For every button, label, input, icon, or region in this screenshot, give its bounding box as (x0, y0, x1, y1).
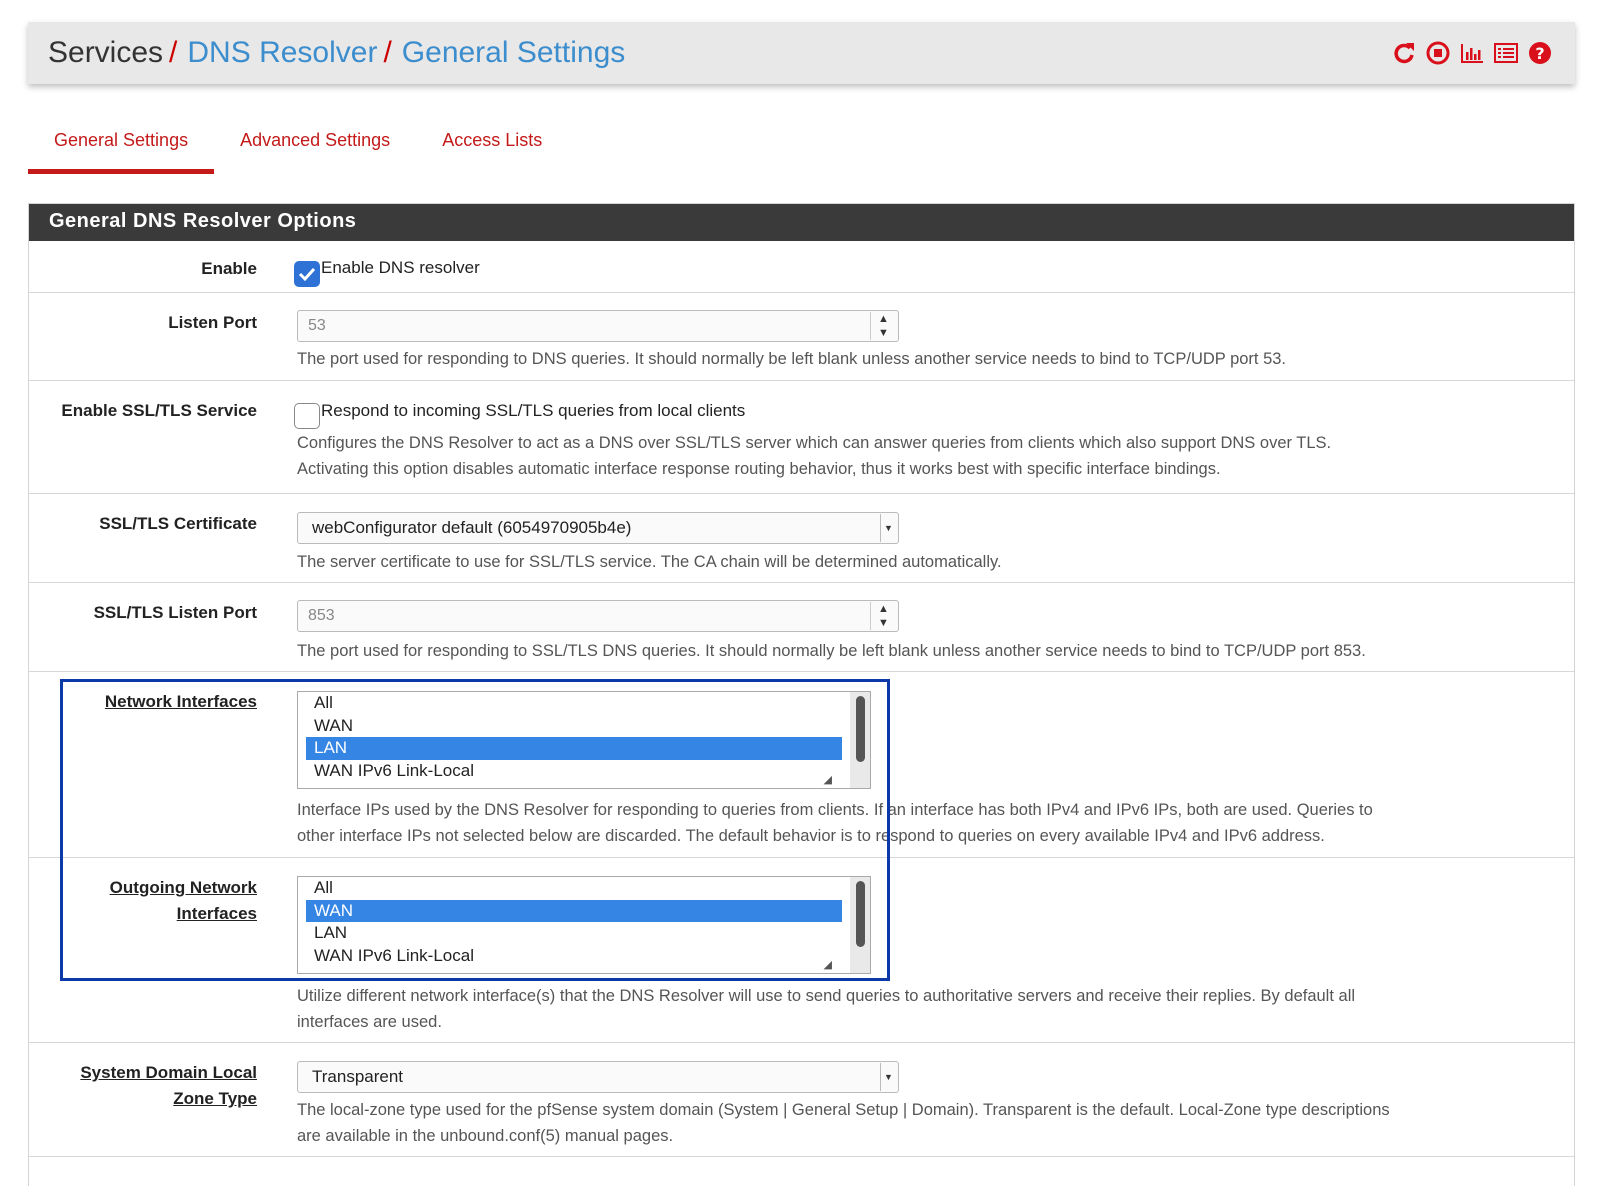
zone-type-label-line2[interactable]: Zone Type (29, 1086, 257, 1112)
zone-type-label-line1[interactable]: System Domain Local (29, 1060, 257, 1086)
listen-port-label: Listen Port (168, 313, 257, 332)
spin-down-icon[interactable]: ▼ (878, 617, 889, 629)
spin-up-icon[interactable]: ▲ (878, 313, 889, 325)
scrollbar-thumb[interactable] (856, 881, 865, 947)
outgoing-interfaces-listbox[interactable]: All WAN LAN WAN IPv6 Link-Local ◢ (297, 876, 871, 974)
ssl-service-checkbox-text: Respond to incoming SSL/TLS queries from… (321, 401, 746, 420)
list-option-wan[interactable]: WAN (306, 715, 842, 738)
chevron-down-icon[interactable]: ▼ (880, 514, 896, 542)
row-ssl-port: SSL/TLS Listen Port 853 ▲ ▼ The port used… (29, 583, 1574, 672)
ssl-port-input[interactable]: 853 ▲ ▼ (297, 600, 899, 632)
list-option-wan[interactable]: WAN (306, 899, 842, 922)
row-outgoing-interfaces: Outgoing Network Interfaces All WAN LAN … (29, 858, 1574, 1043)
row-ssl-service: Enable SSL/TLS Service Respond to incomi… (29, 381, 1574, 494)
breadcrumb-separator: / (383, 36, 392, 69)
options-panel: General DNS Resolver Options Enable Enab… (28, 203, 1575, 1186)
ssl-cert-value: webConfigurator default (6054970905b4e) (312, 518, 632, 537)
outgoing-interfaces-label-line1[interactable]: Outgoing Network (29, 875, 257, 901)
listen-port-placeholder: 53 (308, 317, 326, 334)
spin-down-icon[interactable]: ▼ (878, 327, 889, 339)
reload-icon[interactable] (1391, 40, 1417, 66)
panel-title: General DNS Resolver Options (29, 204, 1574, 241)
ssl-cert-select[interactable]: webConfigurator default (6054970905b4e) … (297, 512, 899, 544)
row-zone-type: System Domain Local Zone Type Transparen… (29, 1043, 1574, 1157)
svg-text:?: ? (1535, 44, 1544, 63)
listen-port-input[interactable]: 53 ▲ ▼ (297, 310, 899, 342)
ssl-service-checkbox[interactable] (294, 403, 320, 429)
breadcrumb-general-settings[interactable]: General Settings (402, 36, 625, 70)
scrollbar[interactable] (850, 877, 870, 973)
enable-label: Enable (201, 259, 257, 278)
enable-checkbox-text: Enable DNS resolver (321, 258, 480, 277)
network-interfaces-label[interactable]: Network Interfaces (29, 689, 257, 715)
help-icon[interactable]: ? (1527, 40, 1553, 66)
chevron-down-icon[interactable]: ▼ (880, 1063, 896, 1091)
list-option-wan-ipv6-link-local[interactable]: WAN IPv6 Link-Local (306, 945, 842, 968)
network-interfaces-listbox[interactable]: All WAN LAN WAN IPv6 Link-Local ◢ (297, 691, 871, 789)
enable-checkbox[interactable] (294, 261, 320, 287)
listen-port-help: The port used for responding to DNS quer… (297, 350, 1287, 368)
row-network-interfaces: Network Interfaces All WAN LAN WAN IPv6 … (29, 672, 1574, 858)
breadcrumb-dns-resolver[interactable]: DNS Resolver (187, 36, 377, 70)
outgoing-interfaces-help-line1: Utilize different network interface(s) t… (297, 987, 1356, 1005)
spin-up-icon[interactable]: ▲ (878, 603, 889, 615)
ssl-service-help-line1: Configures the DNS Resolver to act as a … (297, 434, 1332, 452)
zone-type-help-line1: The local-zone type used for the pfSense… (297, 1101, 1390, 1119)
ssl-service-label: Enable SSL/TLS Service (61, 401, 257, 420)
zone-type-select[interactable]: Transparent ▼ (297, 1061, 899, 1093)
outgoing-interfaces-help-line2: interfaces are used. (297, 1013, 442, 1031)
breadcrumb: Services / DNS Resolver / General Settin… (48, 36, 625, 70)
ssl-cert-label: SSL/TLS Certificate (99, 514, 257, 533)
breadcrumb-services: Services (48, 36, 164, 69)
tab-general-settings[interactable]: General Settings (28, 118, 215, 174)
page-header: Services / DNS Resolver / General Settin… (28, 22, 1575, 84)
list-option-lan[interactable]: LAN (306, 922, 842, 945)
row-enable: Enable Enable DNS resolver (29, 241, 1574, 293)
ssl-port-help: The port used for responding to SSL/TLS … (297, 642, 1366, 660)
ssl-port-spinner[interactable]: ▲ ▼ (870, 602, 896, 630)
ssl-service-help-line2: Activating this option disables automati… (297, 460, 1221, 478)
list-option-all[interactable]: All (306, 692, 842, 715)
ssl-port-placeholder: 853 (308, 607, 335, 624)
resize-handle-icon[interactable]: ◢ (824, 773, 832, 786)
zone-type-help-line2: are available in the unbound.conf(5) man… (297, 1127, 674, 1145)
bar-chart-icon[interactable] (1459, 40, 1485, 66)
ssl-cert-help: The server certificate to use for SSL/TL… (297, 553, 1002, 571)
scrollbar[interactable] (850, 692, 870, 788)
listen-port-spinner[interactable]: ▲ ▼ (870, 312, 896, 340)
network-interfaces-help-line2: other interface IPs not selected below a… (297, 827, 1325, 845)
ssl-port-label: SSL/TLS Listen Port (93, 603, 257, 622)
row-listen-port: Listen Port 53 ▲ ▼ The port used for resp… (29, 293, 1574, 381)
network-interfaces-help-line1: Interface IPs used by the DNS Resolver f… (297, 801, 1373, 819)
list-option-wan-ipv6-link-local[interactable]: WAN IPv6 Link-Local (306, 760, 842, 783)
zone-type-value: Transparent (312, 1067, 404, 1086)
list-icon[interactable] (1493, 40, 1519, 66)
tab-access-lists[interactable]: Access Lists (416, 118, 568, 174)
tab-advanced-settings[interactable]: Advanced Settings (214, 118, 416, 174)
checkmark-icon (298, 267, 316, 282)
stop-circle-icon[interactable] (1425, 40, 1451, 66)
row-ssl-cert: SSL/TLS Certificate webConfigurator defa… (29, 494, 1574, 583)
tab-bar: General Settings Advanced Settings Acces… (28, 118, 568, 174)
header-icons: ? (1391, 40, 1553, 66)
scrollbar-thumb[interactable] (856, 696, 865, 762)
resize-handle-icon[interactable]: ◢ (824, 958, 832, 971)
list-option-all[interactable]: All (306, 877, 842, 900)
outgoing-interfaces-label-line2[interactable]: Interfaces (29, 901, 257, 927)
list-option-lan[interactable]: LAN (306, 737, 842, 760)
breadcrumb-separator: / (169, 36, 178, 69)
